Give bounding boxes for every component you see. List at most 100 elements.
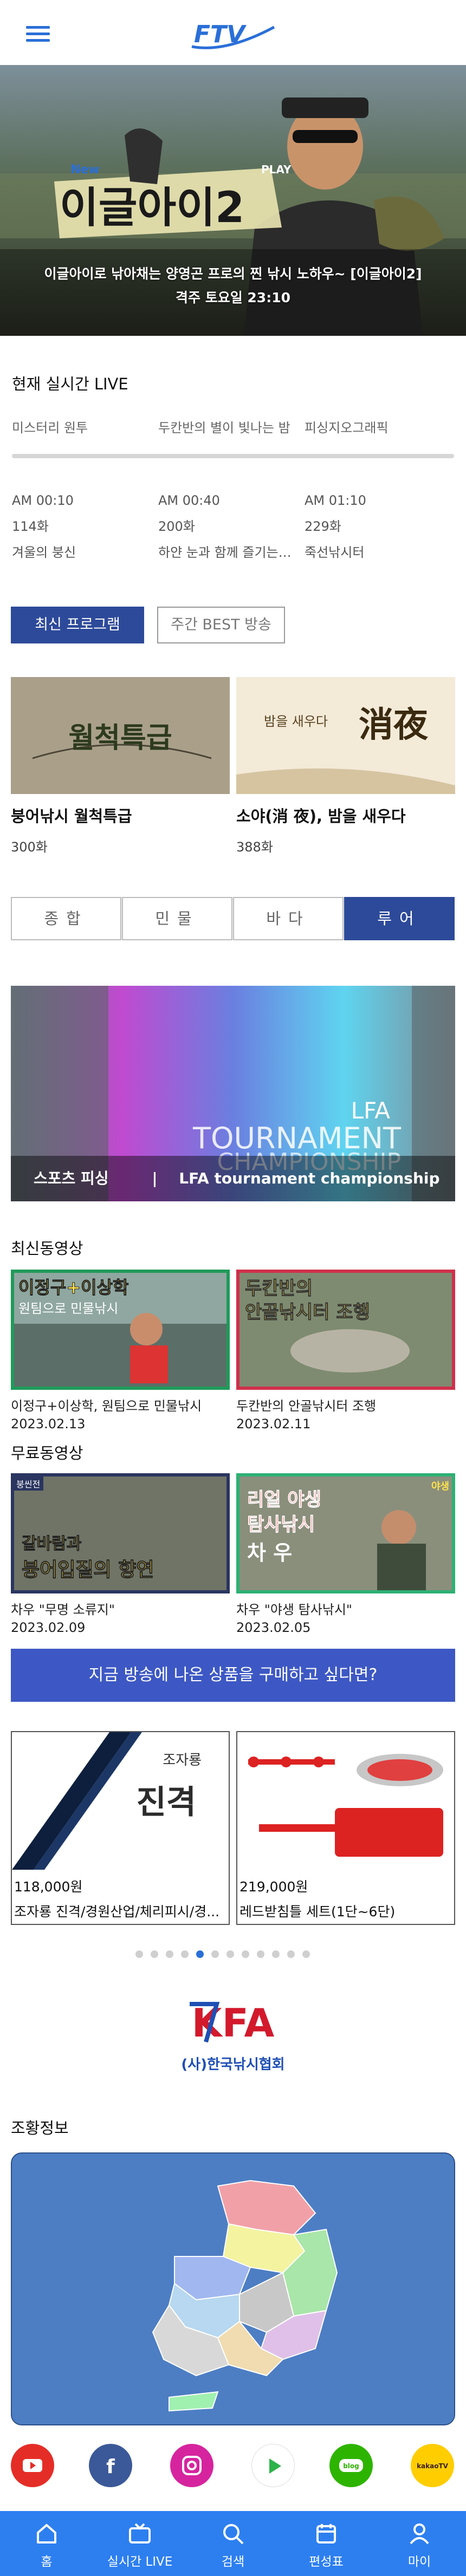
pagination-dot[interactable]: [272, 1950, 280, 1958]
pagination-dot[interactable]: [257, 1950, 264, 1958]
bottom-navigation: 홈 실시간 LIVE 검색 편성표 마이: [0, 2511, 466, 2576]
banner-caption: 스포츠 피싱 | LFA tournament championship: [11, 1156, 455, 1201]
tv-icon: [129, 2523, 151, 2544]
blog-icon[interactable]: blog: [329, 2444, 373, 2487]
korea-region-map: [152, 2180, 338, 2412]
video-thumbnail: 붕씬전 갈바람과 붕어입질의 향연: [11, 1473, 230, 1593]
hero-new-tag: New: [70, 163, 100, 177]
nav-my[interactable]: 마이: [373, 2511, 466, 2576]
program-episode: 300화: [11, 840, 48, 855]
video-thumb-tag: 붕씬전: [16, 1479, 40, 1489]
video-thumbnail: 야생 리얼 야생 탐사낚시 차 우: [236, 1473, 455, 1593]
video-thumb-line1: 리얼 야생: [247, 1489, 321, 1511]
pagination-dot[interactable]: [302, 1950, 310, 1958]
schedule-item[interactable]: AM 00:40 200화 하얀 눈과 함께 즐기는 ...: [158, 487, 305, 565]
pagination-dot[interactable]: [211, 1950, 219, 1958]
nav-home[interactable]: 홈: [0, 2511, 93, 2576]
home-icon: [37, 2524, 56, 2544]
product-card[interactable]: 조자룡 진격 118,000원 조자룡 진격/경원산업/체리피시/경...: [11, 1731, 230, 1925]
program-card[interactable]: 월척특급 붕어낚시 월척특급 300화: [11, 677, 230, 855]
free-videos-title: 무료동영상: [11, 1444, 83, 1462]
schedule-name: 죽선낚시터: [305, 545, 365, 560]
program-thumbnail: 월척특급: [11, 677, 230, 794]
category-tab-lure[interactable]: 루어: [344, 897, 455, 940]
video-thumb-line1: 이정구+이상학: [18, 1277, 128, 1298]
nav-label: 실시간 LIVE: [107, 2555, 173, 2569]
shop-pagination: [135, 1950, 341, 1959]
video-thumb-line2: 안골낚시터 조행: [245, 1302, 370, 1323]
video-date: 2023.02.05: [236, 1620, 311, 1635]
pagination-dot[interactable]: [287, 1950, 295, 1958]
video-card[interactable]: 야생 리얼 야생 탐사낚시 차 우 차우 "야생 탐사낚시" 2023.02.0…: [236, 1473, 455, 1635]
banner-title: LFA tournament championship: [179, 1169, 440, 1187]
youtube-icon[interactable]: [11, 2444, 54, 2487]
video-thumb-line2: 원팀으로 민물낚시: [18, 1301, 118, 1316]
category-tab-all[interactable]: 종합: [11, 897, 121, 940]
video-thumb-line2: 붕어입질의 향연: [22, 1559, 154, 1581]
program-name: 소야(消 夜), 밤을 새우다: [236, 807, 406, 825]
schedule-item[interactable]: AM 01:10 229화 죽선낚시터: [305, 487, 451, 565]
hamburger-menu-icon[interactable]: [26, 26, 50, 42]
logo-text: FTV: [194, 21, 247, 48]
live-channel-1[interactable]: 미스터리 원투: [12, 417, 158, 436]
video-thumb-line3: 차 우: [247, 1541, 292, 1565]
hero-show-title: 이글아이2: [60, 184, 244, 232]
kakaotv-icon[interactable]: kakaoTV: [411, 2444, 454, 2487]
hero-carousel[interactable]: New 이글아이2 PLAY 이글아이로 낚아채는 양영곤 프로의 찐 낚시 노…: [0, 65, 466, 336]
nav-search[interactable]: 검색: [186, 2511, 280, 2576]
pagination-dot[interactable]: [181, 1950, 189, 1958]
svg-text:blog: blog: [343, 2462, 359, 2470]
banner-category: 스포츠 피싱: [34, 1169, 109, 1187]
ftv-logo[interactable]: FTV: [187, 15, 279, 54]
category-tab-sea[interactable]: 바다: [233, 897, 344, 940]
pagination-dot[interactable]: [135, 1950, 143, 1958]
live-channel-2[interactable]: 두칸반의 별이 빛나는 밤: [158, 417, 305, 436]
video-thumbnail: 이정구+이상학 원팀으로 민물낚시: [11, 1270, 230, 1390]
svg-text:f: f: [106, 2456, 115, 2478]
category-tab-freshwater[interactable]: 민물: [122, 897, 232, 940]
pagination-dot[interactable]: [226, 1950, 234, 1958]
featured-banner[interactable]: LFA TOURNAMENT CHAMPIONSHIP 스포츠 피싱 | LFA…: [11, 986, 455, 1201]
video-card[interactable]: 붕씬전 갈바람과 붕어입질의 향연 차우 "무명 소류지" 2023.02.09: [11, 1473, 230, 1635]
schedule-episode: 229화: [305, 519, 341, 534]
search-icon: [223, 2524, 244, 2545]
video-card[interactable]: 이정구+이상학 원팀으로 민물낚시 이정구+이상학, 원팀으로 민물낚시 202…: [11, 1270, 230, 1432]
schedule-episode: 114화: [12, 519, 49, 534]
program-thumb-text: 消夜: [359, 705, 429, 745]
schedule-name: 겨울의 붕신: [12, 545, 76, 560]
video-thumb-tag: 야생: [431, 1481, 449, 1492]
tab-weekly-best[interactable]: 주간 BEST 방송: [157, 607, 285, 643]
product-name: 레드받침틀 세트(1단~6단): [240, 1904, 396, 1920]
live-section-title: 현재 실시간 LIVE: [12, 375, 128, 393]
video-card[interactable]: 두칸반의 안골낚시터 조행 두칸반의 안골낚시터 조행 2023.02.11: [236, 1270, 455, 1432]
schedule-item[interactable]: AM 00:10 114화 겨울의 붕신: [12, 487, 158, 565]
live-channel-3[interactable]: 피싱지오그래픽: [305, 417, 451, 436]
product-name: 조자룡 진격/경원산업/체리피시/경...: [14, 1904, 220, 1920]
nav-label: 마이: [407, 2555, 431, 2569]
instagram-icon[interactable]: [170, 2444, 213, 2487]
pagination-dot[interactable]: [196, 1950, 204, 1958]
program-name: 붕어낚시 월척특급: [11, 807, 132, 825]
video-thumb-line1: 갈바람과: [22, 1534, 82, 1553]
video-title: 차우 "야생 탐사낚시": [236, 1602, 352, 1617]
product-image: 조자룡 진격: [12, 1732, 229, 1870]
pagination-dot[interactable]: [166, 1950, 173, 1958]
program-card[interactable]: 消夜 밤을 새우다 소야(消 夜), 밤을 새우다 388화: [236, 677, 455, 855]
product-card[interactable]: 219,000원 레드받침틀 세트(1단~6단): [236, 1731, 455, 1925]
pagination-dot[interactable]: [151, 1950, 158, 1958]
fishing-map[interactable]: [11, 2152, 455, 2425]
play-icon[interactable]: [251, 2444, 295, 2487]
user-icon: [410, 2523, 429, 2545]
pagination-dot[interactable]: [242, 1950, 249, 1958]
facebook-icon[interactable]: f: [89, 2444, 132, 2487]
kfa-logo[interactable]: KFA (사)한국낚시협회: [168, 1982, 298, 2080]
video-thumb-line1: 두칸반의: [245, 1278, 313, 1299]
shop-cta-button[interactable]: 지금 방송에 나온 상품을 구매하고 싶다면?: [11, 1649, 455, 1702]
program-episode: 388화: [236, 840, 273, 855]
tab-latest-programs[interactable]: 최신 프로그램: [11, 607, 144, 643]
video-thumb-line2: 탐사낚시: [247, 1514, 315, 1536]
nav-schedule[interactable]: 편성표: [280, 2511, 373, 2576]
schedule-name: 하얀 눈과 함께 즐기는 ...: [158, 545, 294, 560]
nav-live[interactable]: 실시간 LIVE: [93, 2511, 186, 2576]
hero-caption-line2: 격주 토요일 23:10: [176, 290, 290, 305]
